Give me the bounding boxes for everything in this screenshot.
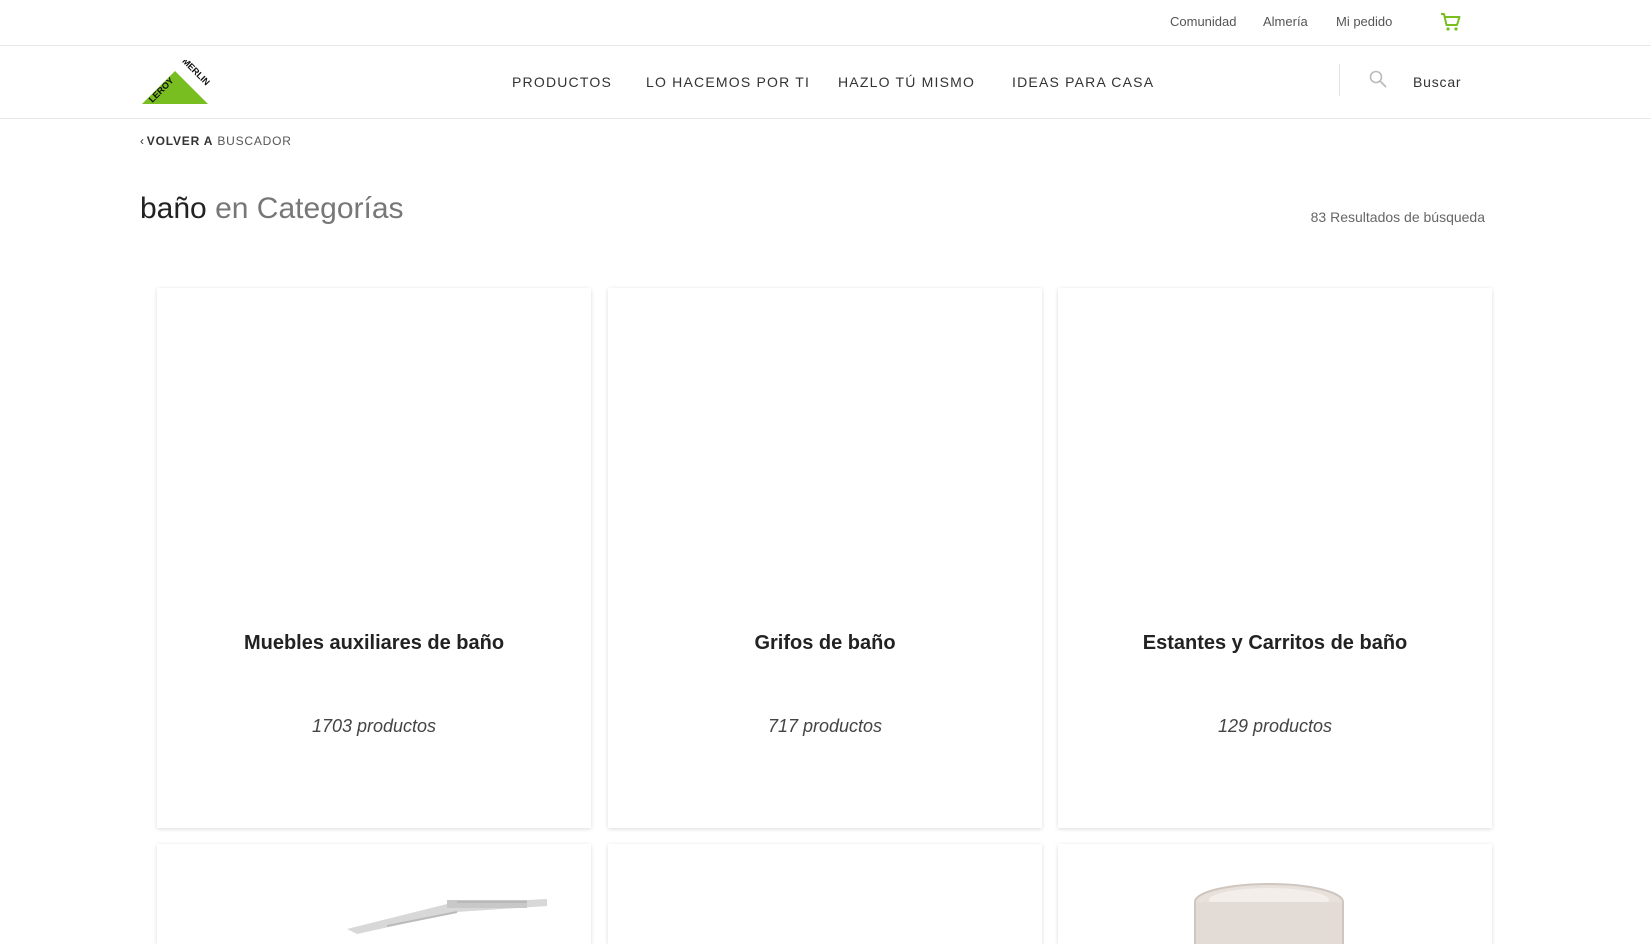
search-query: baño [140, 192, 207, 225]
back-to-search-link[interactable]: ‹ VOLVER A BUSCADOR [140, 134, 292, 148]
category-card[interactable]: Estantes y Carritos de baño 129 producto… [1058, 288, 1492, 828]
nav-products[interactable]: PRODUCTOS [512, 74, 612, 90]
nav-diy[interactable]: HAZLO TÚ MISMO [838, 74, 975, 90]
category-name: Muebles auxiliares de baño [243, 632, 505, 654]
category-thumbnail [347, 899, 547, 934]
header-divider [1339, 64, 1340, 96]
category-product-count: 717 productos [767, 716, 883, 736]
category-card[interactable]: Muebles auxiliares de baño 1703 producto… [157, 288, 591, 828]
chevron-left-icon: ‹ [140, 134, 145, 148]
category-product-count: 129 productos [1217, 716, 1333, 736]
search-icon[interactable] [1369, 70, 1387, 88]
community-link[interactable]: Comunidad [1170, 14, 1237, 29]
page-title: baño en Categorías [140, 192, 404, 226]
category-product-count: 1703 productos [311, 716, 437, 736]
leroy-merlin-logo[interactable]: LEROY MERLIN [140, 60, 210, 106]
shopping-cart-icon[interactable] [1440, 12, 1462, 32]
main-header: LEROY MERLIN PRODUCTOS LO HACEMOS POR TI… [0, 46, 1651, 119]
utility-bar: Comunidad Almería Mi pedido [0, 0, 1651, 46]
my-order-link[interactable]: Mi pedido [1336, 14, 1392, 29]
category-name: Grifos de baño [754, 632, 896, 654]
results-count: 83 Resultados de búsqueda [1310, 209, 1485, 225]
category-thumbnail [1194, 883, 1344, 944]
nav-services[interactable]: LO HACEMOS POR TI [646, 74, 810, 90]
search-button[interactable]: Buscar [1413, 74, 1461, 90]
search-scope: en Categorías [215, 192, 404, 225]
category-name: Estantes y Carritos de baño [1142, 632, 1408, 654]
category-card[interactable]: Grifos de baño 717 productos [608, 288, 1042, 828]
back-link-target: BUSCADOR [217, 134, 292, 148]
store-location-link[interactable]: Almería [1263, 14, 1308, 29]
category-card[interactable] [1058, 844, 1492, 944]
nav-home-ideas[interactable]: IDEAS PARA CASA [1012, 74, 1154, 90]
category-card[interactable] [157, 844, 591, 944]
back-link-bold: VOLVER A [146, 134, 214, 148]
category-card[interactable] [608, 844, 1042, 944]
